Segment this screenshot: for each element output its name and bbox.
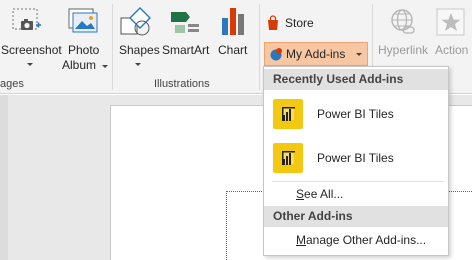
action-button[interactable]: Action: [432, 0, 472, 76]
chevron-down-icon: [135, 63, 141, 66]
screenshot-button[interactable]: Screenshot: [0, 0, 62, 76]
see-all-label: See All...: [296, 187, 343, 201]
my-addins-dropdown: Recently Used Add-ins Power BI Tiles Pow…: [263, 66, 449, 256]
chevron-down-icon: [27, 63, 33, 66]
addin-item-power-bi-tiles[interactable]: Power BI Tiles: [264, 140, 448, 176]
screenshot-icon: [12, 8, 41, 30]
my-addins-label: My Add-ins: [286, 47, 346, 61]
hyperlink-icon: [391, 9, 415, 34]
chart-button[interactable]: Chart: [214, 0, 252, 76]
other-addins-header: Other Add-ins: [264, 206, 448, 227]
chart-label: Chart: [218, 43, 248, 57]
store-label: Store: [285, 16, 314, 30]
shapes-icon: [120, 7, 151, 36]
recently-used-header: Recently Used Add-ins: [264, 69, 448, 90]
photo-album-label-line2: Album: [62, 58, 97, 72]
my-addins-button[interactable]: My Add-ins: [264, 42, 368, 66]
group-separator: [112, 4, 113, 90]
action-icon: [436, 8, 465, 36]
see-all-accel: S: [296, 187, 305, 201]
shapes-label: Shapes: [119, 43, 160, 57]
addin-item-label: Power BI Tiles: [317, 151, 394, 165]
hyperlink-button[interactable]: Hyperlink: [374, 0, 432, 76]
thumbnail-pane-edge: [0, 95, 8, 260]
my-addins-icon: [270, 48, 282, 61]
power-bi-tiles-icon: [273, 99, 303, 129]
see-all-rest: ee All...: [304, 187, 344, 201]
chevron-down-icon: [102, 65, 108, 68]
see-all-item[interactable]: See All...: [264, 184, 448, 204]
store-icon: [268, 15, 278, 30]
photo-album-icon: [68, 8, 98, 33]
photo-album-button[interactable]: Photo Album: [62, 0, 110, 76]
addin-item-label: Power BI Tiles: [317, 107, 394, 121]
store-button[interactable]: Store: [266, 12, 314, 34]
smartart-icon: [171, 12, 199, 33]
manage-other-addins-item[interactable]: Manage Other Add-ins...: [264, 230, 448, 250]
shapes-button[interactable]: Shapes: [117, 0, 160, 76]
group-label-images: ages: [0, 78, 24, 90]
chart-icon: [222, 8, 244, 35]
group-separator: [259, 4, 260, 90]
manage-rest: anage Other Add-ins...: [306, 233, 427, 247]
group-label-illustrations: Illustrations: [154, 78, 210, 90]
action-label: Action: [435, 43, 469, 57]
menu-separator: [272, 181, 444, 182]
screenshot-label: Screenshot: [1, 43, 62, 57]
smartart-label: SmartArt: [162, 43, 210, 57]
manage-accel: M: [296, 233, 306, 247]
smartart-button[interactable]: SmartArt: [160, 0, 212, 76]
chevron-down-icon: [356, 53, 362, 56]
power-bi-tiles-icon: [273, 143, 303, 173]
hyperlink-label: Hyperlink: [378, 43, 429, 57]
photo-album-label-line1: Photo: [68, 43, 100, 57]
addin-item-power-bi-tiles[interactable]: Power BI Tiles: [264, 96, 448, 132]
manage-label: Manage Other Add-ins...: [296, 233, 426, 247]
